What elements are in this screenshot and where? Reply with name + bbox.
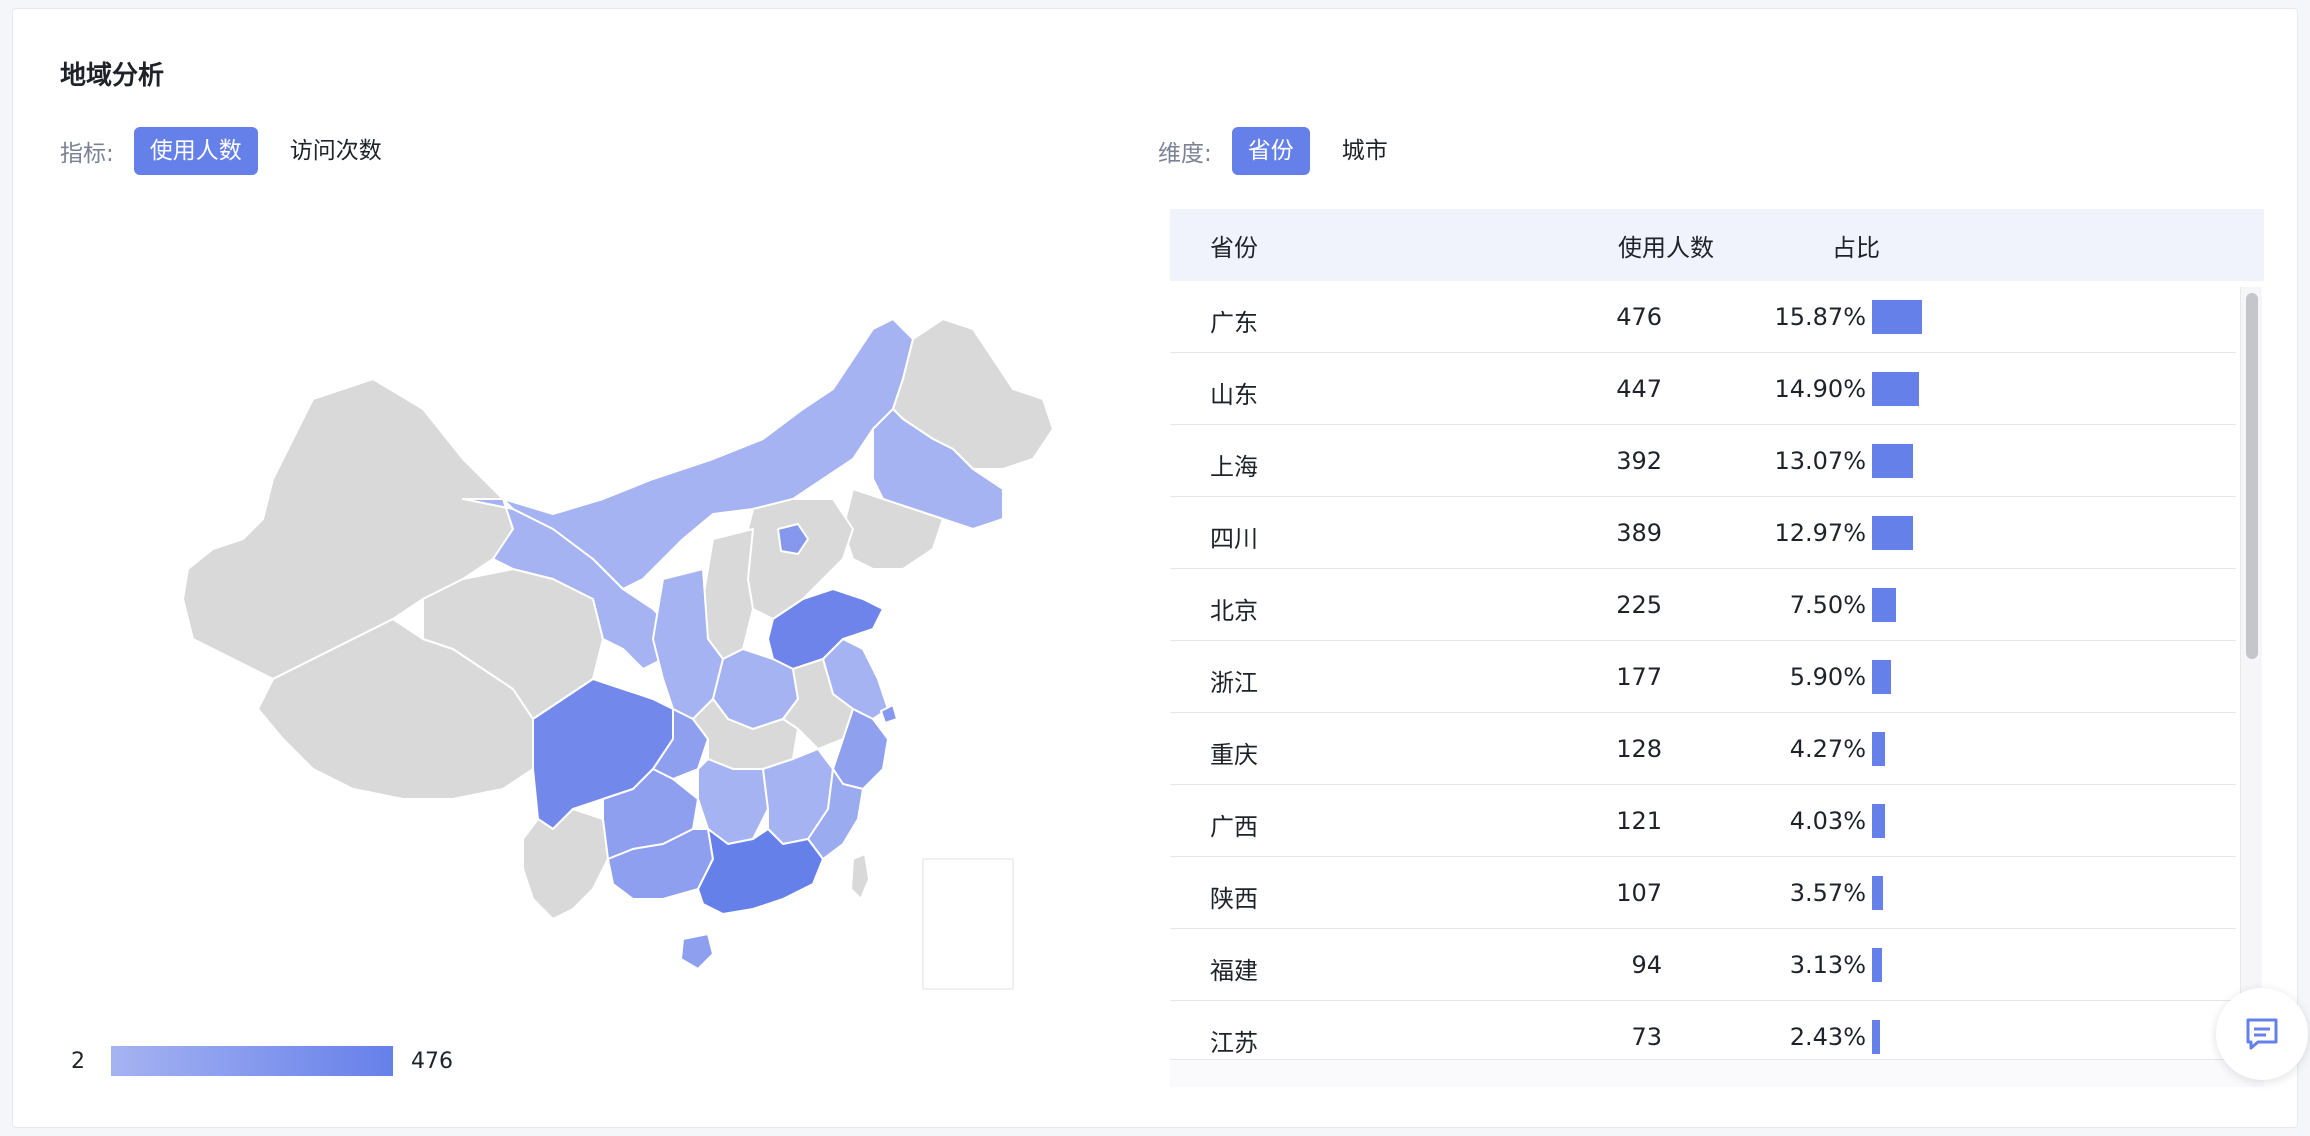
table-row[interactable]: 山东 447 14.90% xyxy=(1170,353,2236,425)
share-bar xyxy=(1872,372,1919,406)
cell-share-percent: 2.43% xyxy=(1789,1023,1866,1051)
province-table: 省份 使用人数 占比 广东 476 15.87% 山东 447 14.90% 上海 392 13… xyxy=(1170,209,2264,1087)
map-legend: 2 476 xyxy=(71,1044,453,1078)
region-analysis-card: 地域分析 指标: 使用人数 访问次数 维度: 省份 城市 2 476 省份 使用… xyxy=(12,8,2298,1128)
cell-users: 73 xyxy=(1631,1023,1662,1051)
region-taiwan[interactable] xyxy=(850,853,870,900)
table-row[interactable]: 上海 392 13.07% xyxy=(1170,425,2236,497)
table-row[interactable]: 江苏 73 2.43% xyxy=(1170,1001,2236,1059)
table-row[interactable]: 陕西 107 3.57% xyxy=(1170,857,2236,929)
table-scroll-thumb[interactable] xyxy=(2246,293,2258,659)
share-bar xyxy=(1872,732,1885,766)
cell-province: 浙江 xyxy=(1210,669,1258,697)
share-bar xyxy=(1872,588,1896,622)
dimension-selector: 维度: 省份 城市 xyxy=(1158,127,1420,175)
legend-gradient-bar[interactable] xyxy=(111,1046,393,1076)
header-province[interactable]: 省份 xyxy=(1210,228,1258,263)
cell-province: 福建 xyxy=(1210,957,1258,985)
cell-users: 476 xyxy=(1616,303,1662,331)
cell-share-percent: 13.07% xyxy=(1774,447,1866,475)
cell-province: 陕西 xyxy=(1210,885,1258,913)
china-choropleth-map[interactable] xyxy=(153,299,1073,999)
cell-share-percent: 5.90% xyxy=(1789,663,1866,691)
table-row[interactable]: 广西 121 4.03% xyxy=(1170,785,2236,857)
cell-users: 225 xyxy=(1616,591,1662,619)
cell-share-percent: 14.90% xyxy=(1774,375,1866,403)
cell-users: 392 xyxy=(1616,447,1662,475)
cell-users: 389 xyxy=(1616,519,1662,547)
dimension-city-button[interactable]: 城市 xyxy=(1326,127,1404,175)
share-bar xyxy=(1872,300,1922,334)
table-row[interactable]: 重庆 128 4.27% xyxy=(1170,713,2236,785)
share-bar xyxy=(1872,1020,1880,1054)
metric-users-button[interactable]: 使用人数 xyxy=(133,127,258,175)
table-body[interactable]: 广东 476 15.87% 山东 447 14.90% 上海 392 13.07% 四川 389 12… xyxy=(1170,281,2236,1059)
dimension-label: 维度: xyxy=(1158,141,1212,167)
table-row[interactable]: 福建 94 3.13% xyxy=(1170,929,2236,1001)
cell-users: 447 xyxy=(1616,375,1662,403)
share-bar xyxy=(1872,948,1882,982)
header-share[interactable]: 占比 xyxy=(1832,228,1880,263)
region-shanxi[interactable] xyxy=(702,528,754,660)
cell-share-percent: 3.57% xyxy=(1789,879,1866,907)
cell-share-percent: 4.27% xyxy=(1789,735,1866,763)
dimension-province-button[interactable]: 省份 xyxy=(1231,127,1310,175)
table-scrollbar[interactable] xyxy=(2240,287,2262,1063)
share-bar xyxy=(1872,516,1913,550)
card-title: 地域分析 xyxy=(60,61,165,91)
cell-province: 上海 xyxy=(1210,453,1258,481)
share-bar xyxy=(1872,444,1913,478)
cell-users: 107 xyxy=(1616,879,1662,907)
cell-users: 128 xyxy=(1616,735,1662,763)
cell-province: 江苏 xyxy=(1210,1029,1258,1057)
cell-province: 山东 xyxy=(1210,381,1258,409)
region-hainan[interactable] xyxy=(680,933,714,970)
metric-visits-button[interactable]: 访问次数 xyxy=(274,127,398,175)
cell-share-percent: 15.87% xyxy=(1774,303,1866,331)
cell-share-percent: 3.13% xyxy=(1789,951,1866,979)
cell-province: 重庆 xyxy=(1210,741,1258,769)
cell-province: 广西 xyxy=(1210,813,1258,841)
cell-users: 94 xyxy=(1631,951,1662,979)
region-guangdong[interactable] xyxy=(697,828,824,915)
south-china-sea-inset xyxy=(922,858,1014,990)
cell-share-percent: 12.97% xyxy=(1774,519,1866,547)
table-row[interactable]: 四川 389 12.97% xyxy=(1170,497,2236,569)
share-bar xyxy=(1872,660,1891,694)
cell-share-percent: 4.03% xyxy=(1789,807,1866,835)
cell-province: 北京 xyxy=(1210,597,1258,625)
table-row[interactable]: 浙江 177 5.90% xyxy=(1170,641,2236,713)
legend-min: 2 xyxy=(71,1048,85,1074)
cell-users: 121 xyxy=(1616,807,1662,835)
cell-users: 177 xyxy=(1616,663,1662,691)
cell-province: 四川 xyxy=(1210,525,1258,553)
table-header: 省份 使用人数 占比 xyxy=(1170,209,2264,281)
table-row[interactable]: 北京 225 7.50% xyxy=(1170,569,2236,641)
table-footer xyxy=(1170,1059,2264,1087)
cell-share-percent: 7.50% xyxy=(1789,591,1866,619)
share-bar xyxy=(1872,804,1885,838)
table-row[interactable]: 广东 476 15.87% xyxy=(1170,281,2236,353)
metric-selector: 指标: 使用人数 访问次数 xyxy=(60,127,414,175)
share-bar xyxy=(1872,876,1883,910)
cell-province: 广东 xyxy=(1210,309,1258,337)
header-users[interactable]: 使用人数 xyxy=(1618,228,1714,263)
legend-max: 476 xyxy=(411,1048,453,1074)
chat-message-icon xyxy=(2246,1018,2278,1050)
metric-label: 指标: xyxy=(60,141,114,167)
region-yunnan[interactable] xyxy=(522,808,609,920)
chat-button[interactable] xyxy=(2216,988,2308,1080)
